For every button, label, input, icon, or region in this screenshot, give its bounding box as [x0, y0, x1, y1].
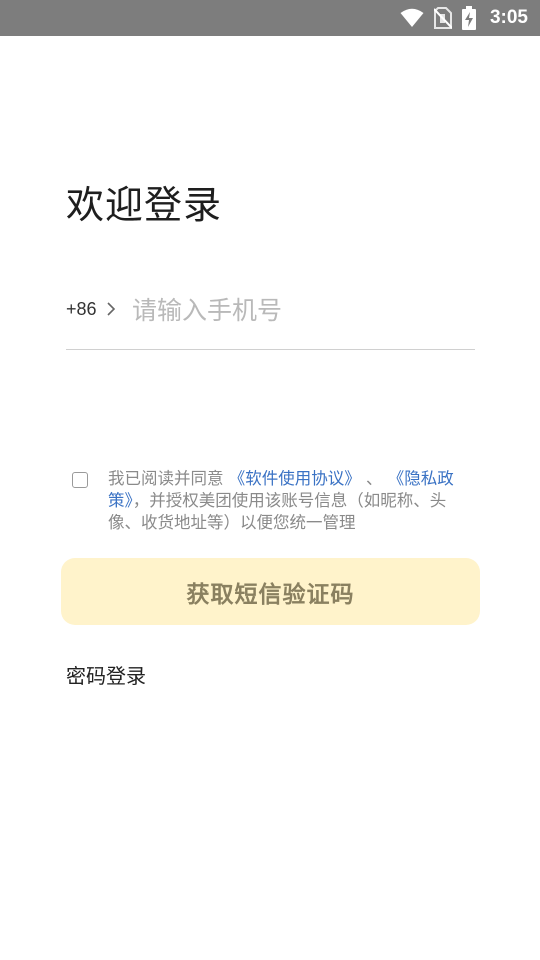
agreement-prefix: 我已阅读并同意 [108, 469, 229, 488]
page-title: 欢迎登录 [66, 183, 223, 227]
status-time: 3:05 [489, 7, 528, 28]
agreement-checkbox[interactable] [72, 472, 88, 488]
status-icons: 3:05 [400, 0, 528, 36]
country-code-selector[interactable]: +86 [66, 299, 97, 320]
chevron-right-icon[interactable] [106, 301, 116, 317]
wifi-icon [400, 8, 424, 27]
battery-charging-icon [461, 6, 476, 30]
password-login-link[interactable]: 密码登录 [66, 660, 146, 689]
agreement-text: 我已阅读并同意 《软件使用协议》 、 《隐私政策》，并授权美团使用该账号信息（如… [108, 468, 474, 534]
agreement-suffix: ，并授权美团使用该账号信息（如昵称、头像、收货地址等）以便您统一管理 [108, 491, 447, 532]
agreement-separator: 、 [366, 469, 383, 488]
phone-input-row: +86 [66, 282, 475, 350]
phone-input-underline [66, 349, 475, 350]
status-bar: 3:05 [0, 0, 540, 36]
software-agreement-link[interactable]: 《软件使用协议》 [229, 469, 361, 488]
no-sim-icon [433, 7, 452, 29]
get-sms-code-button[interactable]: 获取短信验证码 [61, 558, 480, 625]
phone-number-input[interactable] [132, 288, 462, 332]
